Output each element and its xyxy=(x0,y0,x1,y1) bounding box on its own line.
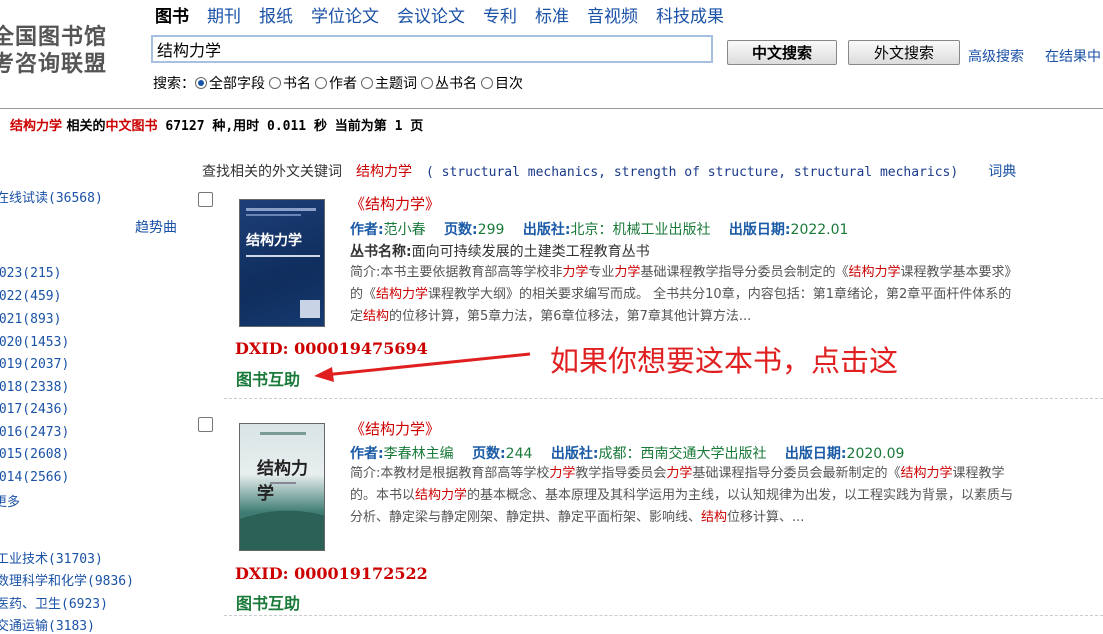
stats-mid: 相关的 xyxy=(62,119,106,134)
author-link[interactable]: 范小春 xyxy=(384,222,426,238)
result-separator xyxy=(224,398,1103,399)
radio-icon xyxy=(269,77,281,89)
book-title-link[interactable]: 《结构力学》 xyxy=(350,193,440,214)
nav-item-media[interactable]: 音视频 xyxy=(587,2,638,27)
radio-icon xyxy=(361,77,373,89)
book-help-link[interactable]: 图书互助 xyxy=(236,590,300,614)
year-filter-item[interactable]: 2020(1453) xyxy=(0,335,69,350)
book-meta: 作者:范小春 页数:299 出版社:北京：机械工业出版社 出版日期:2022.0… xyxy=(350,222,849,238)
year-filter-item[interactable]: 2017(2436) xyxy=(0,402,69,417)
year-filter-item[interactable]: 2014(2566) xyxy=(0,470,69,485)
scope-toc[interactable]: 目次 xyxy=(481,73,523,93)
related-keywords: 查找相关的外文关键词 结构力学 ( structural mechanics, st… xyxy=(202,161,1016,181)
annotation-arrow-icon xyxy=(314,352,531,382)
nav-item-newspapers[interactable]: 报纸 xyxy=(259,2,293,27)
dxid-label: DXID: 000019172522 xyxy=(235,564,428,583)
result-stats: 结构力学 相关的中文图书 67127 种,用时 0.011 秒 当前为第 1 页 xyxy=(10,115,423,134)
book-series: 丛书名称:面向可持续发展的土建类工程教育丛书 xyxy=(350,244,650,260)
nav-item-patents[interactable]: 专利 xyxy=(483,2,517,27)
annotation-text: 如果你想要这本书，点击这 xyxy=(550,344,899,378)
nav-item-standards[interactable]: 标准 xyxy=(535,2,569,27)
logo-line-2: 考咨询联盟 xyxy=(0,52,108,77)
result-checkbox[interactable] xyxy=(198,417,213,432)
stats-count: 67127 种,用时 0.011 秒 当前为第 1 页 xyxy=(157,119,424,134)
year-filter-item[interactable]: 2021(893) xyxy=(0,312,61,327)
scope-series[interactable]: 丛书名 xyxy=(421,73,477,93)
year-filter-item[interactable]: 2022(459) xyxy=(0,289,61,304)
subject-filter-item[interactable]: 医药、卫生(6923) xyxy=(0,593,108,612)
header-divider xyxy=(0,108,1103,109)
logo-line-1: 全国图书馆 xyxy=(0,25,108,50)
nav-item-achievements[interactable]: 科技成果 xyxy=(656,2,724,27)
subject-filter-item[interactable]: 工业技术(31703) xyxy=(0,548,103,567)
stats-keyword: 结构力学 xyxy=(10,119,63,134)
nav-item-journals[interactable]: 期刊 xyxy=(207,2,241,27)
nav-item-theses[interactable]: 学位论文 xyxy=(311,2,379,27)
year-filter-item[interactable]: 2019(2037) xyxy=(0,357,69,372)
book-abstract: 简介:本书主要依据教育部高等学校非力学专业力学基础课程教学指导分委员会制定的《结… xyxy=(350,265,1018,324)
radio-icon xyxy=(421,77,433,89)
nav-item-conferences[interactable]: 会议论文 xyxy=(397,2,465,27)
cover-decoration xyxy=(240,432,324,550)
author-link[interactable]: 李春林主编 xyxy=(384,446,454,462)
search-scope: 搜索： 全部字段 书名 作者 主题词 丛书名 目次 xyxy=(153,73,527,93)
scope-subject[interactable]: 主题词 xyxy=(361,73,417,93)
radio-icon xyxy=(315,77,327,89)
year-filter-item[interactable]: 2023(215) xyxy=(0,266,61,281)
subject-filter-item[interactable]: 交通运输(3183) xyxy=(0,615,95,634)
book-cover-image[interactable]: 结构力学 xyxy=(239,423,325,551)
radio-icon xyxy=(481,77,493,89)
site-logo: 全国图书馆 考咨询联盟 xyxy=(0,24,107,78)
foreign-search-button[interactable]: 外文搜索 xyxy=(848,40,960,65)
dictionary-link[interactable]: 词典 xyxy=(988,164,1016,180)
scope-title[interactable]: 书名 xyxy=(269,73,311,93)
subject-filter-item[interactable]: 数理科学和化学(9836) xyxy=(0,570,134,589)
advanced-search-link[interactable]: 高级搜索 xyxy=(968,46,1024,66)
year-more-link[interactable]: 更多 xyxy=(0,491,20,510)
year-filter-item[interactable]: 2016(2473) xyxy=(0,425,69,440)
year-filter-item[interactable]: 2018(2338) xyxy=(0,380,69,395)
book-help-link[interactable]: 图书互助 xyxy=(236,366,300,390)
book-cover-image[interactable]: 结构力学 xyxy=(239,199,325,327)
related-label: 查找相关的外文关键词 xyxy=(202,164,342,180)
sidebar-online-trial[interactable]: 在线试读(36568) xyxy=(0,187,103,206)
search-in-results-link[interactable]: 在结果中 xyxy=(1045,46,1101,66)
book-title-link[interactable]: 《结构力学》 xyxy=(350,418,440,439)
trend-chart-link[interactable]: 趋势曲 xyxy=(135,217,177,237)
scope-author[interactable]: 作者 xyxy=(315,73,357,93)
search-input[interactable] xyxy=(151,35,713,63)
year-filter-item[interactable]: 2015(2608) xyxy=(0,447,69,462)
related-keyword[interactable]: 结构力学 xyxy=(356,164,412,180)
stats-type: 中文图书 xyxy=(105,119,158,134)
chinese-search-button[interactable]: 中文搜索 xyxy=(727,40,837,65)
scope-label: 搜索： xyxy=(153,76,195,92)
category-nav: 图书 期刊 报纸 学位论文 会议论文 专利 标准 音视频 科技成果 xyxy=(155,2,742,27)
cover-decoration xyxy=(246,208,320,318)
nav-item-books[interactable]: 图书 xyxy=(155,2,189,27)
scope-all-fields[interactable]: 全部字段 xyxy=(195,73,265,93)
book-meta: 作者:李春林主编 页数:244 出版社:成都：西南交通大学出版社 出版日期:20… xyxy=(350,446,905,462)
book-abstract: 简介:本教材是根据教育部高等学校力学教学指导委员会力学基础课程指导分委员会最新制… xyxy=(350,466,1014,525)
result-checkbox[interactable] xyxy=(198,192,213,207)
related-terms[interactable]: ( structural mechanics, strength of stru… xyxy=(426,165,958,180)
radio-checked-icon xyxy=(195,77,207,89)
result-separator xyxy=(224,615,1103,616)
